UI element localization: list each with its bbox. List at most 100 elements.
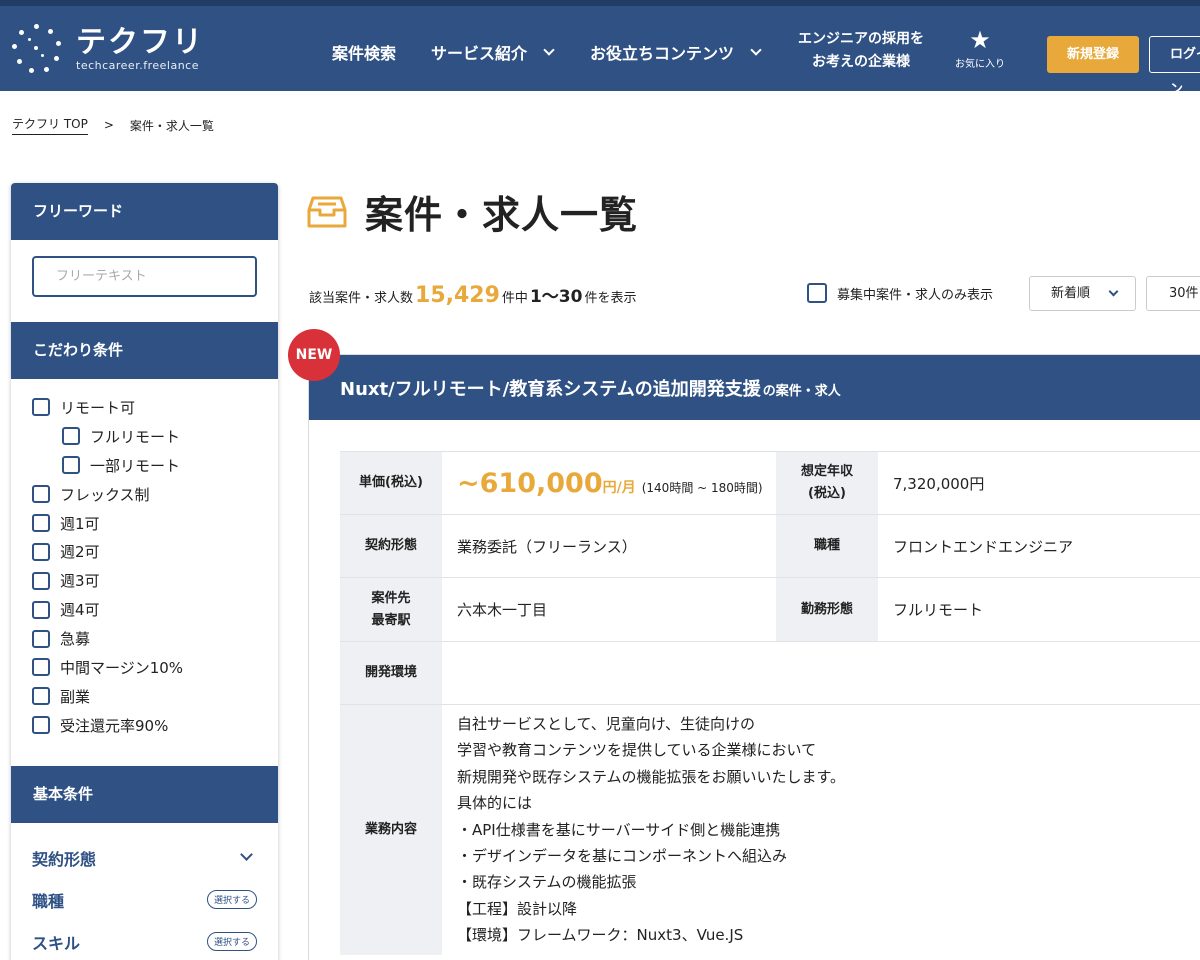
condition-label: 一部リモート [90,456,181,475]
logo-subtitle: techcareer.freelance [76,58,199,72]
register-button[interactable]: 新規登録 [1047,36,1139,73]
nav-job-search[interactable]: 案件検索 [332,40,396,64]
checkbox[interactable] [32,485,50,504]
login-button[interactable]: ログイン [1149,36,1200,97]
price-value: ~610,000 [457,467,603,499]
desc-label: 業務内容 [340,703,442,955]
job-title[interactable]: Nuxt/フルリモート/教育系システムの追加開発支援 [340,375,761,401]
nav-job-search-label: 案件検索 [332,44,397,63]
nav-useful-content-label: お役立ちコンテンツ [590,44,735,63]
search-sidebar: フリーワード こだわり条件 リモート可 フルリモート 一部リモート フレックス制… [11,183,278,960]
checkbox[interactable] [32,542,50,561]
condition-label: リモート可 [60,398,136,417]
description-line: 具体的には [457,794,533,813]
condition-urgent[interactable]: 急募 [32,624,278,653]
condition-return90[interactable]: 受注還元率90% [32,711,278,740]
role-label: 職種 [776,514,878,578]
condition-partial-remote[interactable]: 一部リモート [32,451,278,480]
description-line: 自社サービスとして、児童向け、生徒向けの [457,715,756,733]
condition-label: フレックス制 [60,485,150,504]
condition-label: 受注還元率90% [60,716,169,735]
conditions-list: リモート可 フルリモート 一部リモート フレックス制 週1可 週2可 週3可 週… [11,379,278,766]
condition-label: 急募 [60,630,91,649]
price-unit: 円/月 [602,479,636,496]
workstyle-label: 勤務形態 [776,577,878,642]
job-description: 自社サービスとして、児童向け、生徒向けの 学習や教育コンテンツを提供している企業… [442,703,1200,955]
checkbox[interactable] [32,398,50,417]
condition-week4[interactable]: 週4可 [32,595,278,624]
checkbox[interactable] [32,600,50,619]
condition-week2[interactable]: 週2可 [32,537,278,566]
recruiting-only-label: 募集中案件・求人のみ表示 [837,287,994,303]
count-mid: 件中 [501,291,528,306]
condition-remote-ok[interactable]: リモート可 [32,393,278,422]
station-label-line2: 最寄駅 [371,612,411,628]
site-header: テクフリ techcareer.freelance 案件検索 サービス紹介 お役… [0,0,1200,97]
nav-useful-content[interactable]: お役立ちコンテンツ [590,40,762,64]
description-line: 【環境】フレームワーク：Nuxt3、Vue.JS [457,926,744,945]
contract-label: 契約形態 [340,514,442,578]
condition-margin10[interactable]: 中間マージン10% [32,653,278,682]
condition-week1[interactable]: 週1可 [32,509,278,538]
basic-contract-type[interactable]: 契約形態 [32,837,257,879]
checkbox[interactable] [62,427,80,446]
count-prefix: 該当案件・求人数 [309,291,414,306]
checkbox[interactable] [32,716,50,735]
condition-side-job[interactable]: 副業 [32,682,278,711]
sort-select[interactable]: 新着順 [1029,276,1136,311]
nav-employer-link[interactable]: エンジニアの採用を お考えの企業様 [792,28,930,74]
logo-title: テクフリ [76,24,204,60]
per-page-select[interactable]: 30件 [1146,276,1200,311]
condition-label: 副業 [60,687,91,706]
result-count: 該当案件・求人数 15,429 件中 1〜30 件を表示 [309,282,636,308]
table-row: 案件先 最寄駅 六本木一丁目 勤務形態 フルリモート [340,577,1200,642]
env-value [442,641,1200,705]
new-badge: NEW [288,329,340,381]
conditions-heading: こだわり条件 [11,322,278,379]
sort-select-value: 新着順 [1051,286,1091,301]
annual-label: 想定年収 (税込) [776,451,878,515]
basic-label: 契約形態 [32,849,97,869]
basic-conditions: 契約形態 職種 選択する スキル 選択する [11,823,278,960]
favorites-link[interactable]: ★ お気に入り [950,28,1010,70]
select-button[interactable]: 選択する [206,932,257,952]
recruiting-only-toggle[interactable]: 募集中案件・求人のみ表示 [807,283,993,303]
chevron-down-icon [750,43,762,56]
description-line: ・既存システムの機能拡張 [457,873,637,892]
breadcrumb-home-link[interactable]: テクフリ TOP [12,115,88,135]
chevron-down-icon [1108,286,1119,297]
job-detail-table: 単価(税込) ~610,000円/月 (140時間 ~ 180時間) 想定年収 (… [340,451,1200,955]
checkbox[interactable] [62,456,80,475]
price-label: 単価(税込) [340,451,442,515]
basic-skill[interactable]: スキル 選択する [32,921,257,960]
page-title-area: 案件・求人一覧 [307,184,638,239]
basic-label: スキル [32,933,81,953]
table-row: 契約形態 業務委託（フリーランス） 職種 フロントエンドエンジニア [340,514,1200,578]
checkbox[interactable] [32,571,50,590]
select-button[interactable]: 選択する [206,890,257,910]
station-label-line1: 案件先 [371,590,411,606]
condition-label: 中間マージン10% [60,658,184,677]
checkbox[interactable] [32,514,50,532]
chevron-down-icon [543,43,555,56]
condition-week3[interactable]: 週3可 [32,566,278,595]
condition-label: 週2可 [60,543,100,562]
table-row: 業務内容 自社サービスとして、児童向け、生徒向けの 学習や教育コンテンツを提供し… [340,703,1200,955]
checkbox[interactable] [32,658,50,677]
checkbox[interactable] [32,629,50,648]
job-title-suffix: の案件・求人 [762,383,841,399]
condition-full-remote[interactable]: フルリモート [32,422,278,451]
condition-label: 週4可 [60,601,100,620]
nav-service-intro[interactable]: サービス紹介 [431,40,555,64]
checkbox[interactable] [32,687,50,706]
checkbox[interactable] [807,283,827,303]
basic-job-type[interactable]: 職種 選択する [32,879,257,921]
favorites-label: お気に入り [955,59,1005,70]
condition-flex[interactable]: フレックス制 [32,480,278,509]
site-logo[interactable]: テクフリ techcareer.freelance [12,24,204,74]
role-value: フロントエンドエンジニア [878,514,1200,578]
nav-employer-line2: お考えの企業様 [812,54,910,70]
star-icon: ★ [969,26,991,54]
job-card-header[interactable]: Nuxt/フルリモート/教育系システムの追加開発支援 の案件・求人 [309,355,1200,420]
freeword-input[interactable] [32,256,257,297]
